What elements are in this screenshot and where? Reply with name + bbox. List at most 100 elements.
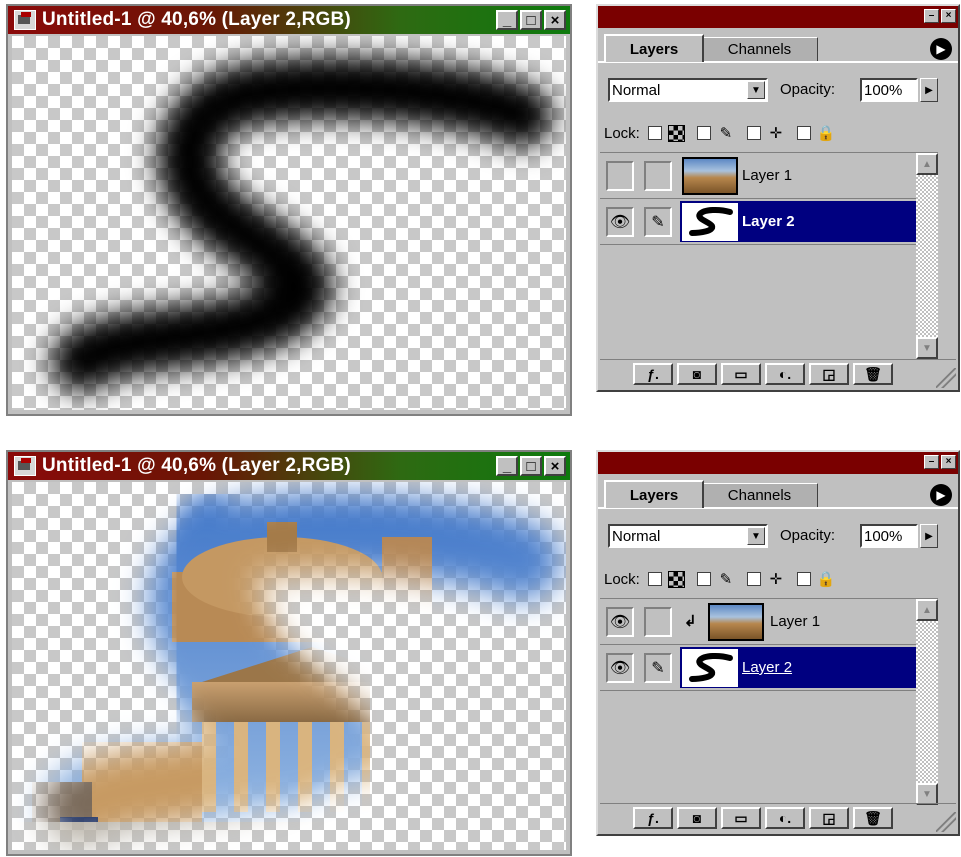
layers-scrollbar[interactable]: ▲ ▼ [916, 153, 938, 359]
palette-close-button[interactable]: × [941, 455, 956, 469]
lock-transparency-checkbox[interactable] [647, 572, 662, 586]
eye-icon[interactable]: 👁 [606, 607, 634, 637]
opacity-field[interactable]: 100% [860, 524, 918, 548]
tab-channels[interactable]: Channels [702, 483, 818, 507]
tab-channels[interactable]: Channels [702, 37, 818, 61]
close-button[interactable]: × [544, 456, 566, 476]
document-canvas[interactable] [12, 36, 566, 410]
layer-name: Layer 1 [770, 613, 821, 630]
minimize-button[interactable]: _ [496, 456, 518, 476]
opacity-field[interactable]: 100% [860, 78, 918, 102]
maximize-button[interactable]: □ [520, 10, 542, 30]
layer-style-icon[interactable]: ƒ. [633, 807, 673, 829]
lock-image-checkbox[interactable] [696, 126, 711, 140]
document-title-bar[interactable]: Untitled-1 @ 40,6% (Layer 2,RGB) _ □ × [8, 6, 570, 34]
layers-palette-bottom[interactable]: – × Layers Channels ▶ Normal ▼ Opacity: … [596, 450, 960, 836]
resize-grip-icon[interactable] [936, 368, 956, 388]
adjustment-layer-icon[interactable]: ◐. [765, 363, 805, 385]
layer-name: Layer 2 [742, 659, 793, 676]
layer-thumbnail-stroke [682, 203, 738, 241]
lock-position-checkbox[interactable] [746, 126, 761, 140]
palette-menu-arrow-icon[interactable]: ▶ [930, 38, 952, 60]
link-toggle-empty[interactable] [644, 161, 672, 191]
brush-icon[interactable]: ✎ [644, 653, 672, 683]
new-set-icon[interactable]: ▭ [721, 363, 761, 385]
padlock-icon: 🔒 [816, 571, 836, 588]
lock-position-checkbox[interactable] [746, 572, 761, 586]
eye-icon[interactable]: 👁 [606, 653, 634, 683]
visibility-toggle-empty[interactable] [606, 161, 634, 191]
move-lock-icon: ✛ [769, 571, 783, 588]
lock-label: Lock: [604, 570, 640, 588]
layer-name: Layer 2 [742, 213, 795, 230]
opacity-label: Opacity: [780, 527, 836, 544]
s-brush-stroke [51, 56, 553, 392]
maximize-button[interactable]: □ [520, 456, 542, 476]
palette-bottom-bar: ƒ. ◙ ▭ ◐. ◲ 🗑 [600, 359, 956, 388]
new-layer-icon[interactable]: ◲ [809, 363, 849, 385]
eye-icon[interactable]: 👁 [606, 207, 634, 237]
layer-row-layer-1[interactable]: Layer 1 [600, 153, 938, 199]
lock-image-checkbox[interactable] [696, 572, 711, 586]
document-title: Untitled-1 @ 40,6% (Layer 2,RGB) [42, 9, 351, 30]
photoshop-document-icon [14, 10, 36, 30]
transparency-lock-icon [667, 570, 685, 588]
layer-row-layer-2[interactable]: 👁 ✎ Layer 2 [600, 199, 938, 245]
layer-row-layer-2[interactable]: 👁 ✎ Layer 2 [600, 645, 938, 691]
scroll-down-icon[interactable]: ▼ [916, 783, 938, 805]
document-title: Untitled-1 @ 40,6% (Layer 2,RGB) [42, 455, 351, 476]
document-window-top[interactable]: Untitled-1 @ 40,6% (Layer 2,RGB) _ □ × [6, 4, 572, 416]
lock-all-checkbox[interactable] [796, 126, 811, 140]
lock-all-checkbox[interactable] [796, 572, 811, 586]
palette-bottom-bar: ƒ. ◙ ▭ ◐. ◲ 🗑 [600, 803, 956, 832]
trash-icon[interactable]: 🗑 [853, 363, 893, 385]
chevron-down-icon[interactable]: ▼ [747, 527, 765, 545]
layer-thumbnail-stroke [682, 649, 738, 687]
document-canvas[interactable] [12, 482, 566, 850]
document-title-bar[interactable]: Untitled-1 @ 40,6% (Layer 2,RGB) _ □ × [8, 452, 570, 480]
close-button[interactable]: × [544, 10, 566, 30]
minimize-button[interactable]: _ [496, 10, 518, 30]
blend-mode-select[interactable]: Normal ▼ [608, 78, 768, 102]
palette-minimize-button[interactable]: – [924, 455, 939, 469]
palette-menu-arrow-icon[interactable]: ▶ [930, 484, 952, 506]
chevron-down-icon[interactable]: ▼ [747, 81, 765, 99]
lock-transparency-checkbox[interactable] [647, 126, 662, 140]
layers-palette-top[interactable]: – × Layers Channels ▶ Normal ▼ Opacity: … [596, 4, 960, 392]
palette-title-bar[interactable]: – × [598, 6, 958, 28]
transparency-lock-icon [667, 124, 685, 142]
move-lock-icon: ✛ [769, 125, 783, 142]
layers-list[interactable]: 👁 ↲ Layer 1 👁 ✎ Layer 2 ▲ ▼ [600, 598, 938, 809]
scroll-up-icon[interactable]: ▲ [916, 599, 938, 621]
palette-close-button[interactable]: × [941, 9, 956, 23]
lock-row: Lock: ✎ ✛ 🔒 [604, 122, 839, 144]
scroll-up-icon[interactable]: ▲ [916, 153, 938, 175]
padlock-icon: 🔒 [816, 125, 836, 142]
adjustment-layer-icon[interactable]: ◐. [765, 807, 805, 829]
layer-thumbnail-photo [682, 157, 738, 195]
brush-lock-icon: ✎ [719, 125, 733, 142]
tab-layers[interactable]: Layers [604, 480, 704, 508]
add-mask-icon[interactable]: ◙ [677, 363, 717, 385]
link-toggle-empty[interactable] [644, 607, 672, 637]
blend-mode-select[interactable]: Normal ▼ [608, 524, 768, 548]
brush-icon[interactable]: ✎ [644, 207, 672, 237]
layer-row-layer-1[interactable]: 👁 ↲ Layer 1 [600, 599, 938, 645]
new-layer-icon[interactable]: ◲ [809, 807, 849, 829]
layers-list[interactable]: Layer 1 👁 ✎ Layer 2 ▲ ▼ [600, 152, 938, 363]
layer-style-icon[interactable]: ƒ. [633, 363, 673, 385]
lock-row: Lock: ✎ ✛ 🔒 [604, 568, 839, 590]
opacity-slider-arrow-icon[interactable]: ▶ [920, 524, 938, 548]
opacity-slider-arrow-icon[interactable]: ▶ [920, 78, 938, 102]
layers-scrollbar[interactable]: ▲ ▼ [916, 599, 938, 805]
resize-grip-icon[interactable] [936, 812, 956, 832]
clipped-rotunda-photo [12, 482, 566, 850]
scroll-down-icon[interactable]: ▼ [916, 337, 938, 359]
trash-icon[interactable]: 🗑 [853, 807, 893, 829]
tab-layers[interactable]: Layers [604, 34, 704, 62]
add-mask-icon[interactable]: ◙ [677, 807, 717, 829]
new-set-icon[interactable]: ▭ [721, 807, 761, 829]
palette-minimize-button[interactable]: – [924, 9, 939, 23]
palette-title-bar[interactable]: – × [598, 452, 958, 474]
document-window-bottom[interactable]: Untitled-1 @ 40,6% (Layer 2,RGB) _ □ × [6, 450, 572, 856]
